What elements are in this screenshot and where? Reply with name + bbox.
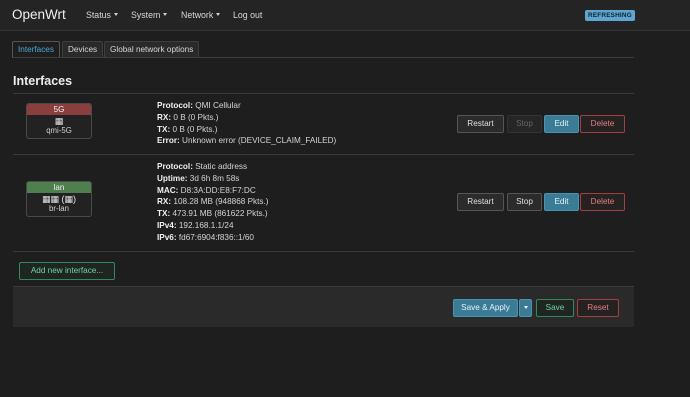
- interface-badge-lan: lan ▦▦ (▦) br-lan: [26, 181, 92, 217]
- tab-interfaces[interactable]: Interfaces: [12, 41, 60, 57]
- tab-divider: [12, 57, 634, 58]
- add-interface-button[interactable]: Add new interface...: [19, 262, 115, 280]
- bridge-ports-icon: ▦▦ (▦): [41, 194, 76, 204]
- menu-system-label: System: [131, 10, 161, 20]
- interface-name: 5G: [27, 104, 91, 115]
- interface-badge-5g: 5G ▦ qmi-5G: [26, 103, 92, 139]
- edit-button[interactable]: Edit: [544, 193, 579, 211]
- status-line: TX: 473.91 MB (861622 Pkts.): [157, 209, 268, 219]
- save-button[interactable]: Save: [536, 299, 574, 317]
- menu-system[interactable]: System: [131, 10, 168, 20]
- brand-logo[interactable]: OpenWrt: [12, 7, 66, 22]
- menu-network-label: Network: [181, 10, 214, 20]
- menu-status[interactable]: Status: [86, 10, 118, 20]
- save-apply-button[interactable]: Save & Apply: [453, 299, 518, 317]
- tab-global-network-options[interactable]: Global network options: [104, 41, 200, 57]
- restart-button[interactable]: Restart: [457, 193, 504, 211]
- table-divider: [13, 154, 634, 155]
- page-title: Interfaces: [13, 74, 73, 88]
- refreshing-badge[interactable]: REFRESHING: [585, 10, 635, 21]
- status-line: IPv4: 192.168.1.1/24: [157, 220, 234, 230]
- interface-name: lan: [27, 182, 91, 193]
- chevron-down-icon: [163, 13, 168, 16]
- status-line: MAC: D8:3A:DD:E8:F7:DC: [157, 185, 256, 195]
- tab-devices[interactable]: Devices: [62, 41, 104, 57]
- reset-button[interactable]: Reset: [577, 299, 619, 317]
- modem-icon: ▦: [54, 116, 64, 126]
- status-line: Error: Unknown error (DEVICE_CLAIM_FAILE…: [157, 136, 337, 146]
- status-line: RX: 108.28 MB (948868 Pkts.): [157, 197, 269, 207]
- delete-button[interactable]: Delete: [580, 193, 625, 211]
- chevron-down-icon: [523, 306, 528, 309]
- status-line: RX: 0 B (0 Pkts.): [157, 112, 219, 122]
- edit-button[interactable]: Edit: [544, 115, 579, 133]
- status-line: Protocol: QMI Cellular: [157, 101, 241, 110]
- restart-button[interactable]: Restart: [457, 115, 504, 133]
- status-line: Uptime: 3d 6h 8m 58s: [157, 173, 240, 183]
- interface-status-lan: Protocol: Static address Uptime: 3d 6h 8…: [157, 161, 269, 244]
- status-line: IPv6: fd67:6904:f836::1/60: [157, 232, 254, 242]
- interface-device: br-lan: [49, 204, 69, 213]
- chevron-down-icon: [216, 13, 221, 16]
- chevron-down-icon: [113, 13, 118, 16]
- table-divider: [13, 251, 634, 252]
- table-divider: [13, 93, 634, 94]
- menu-status-label: Status: [86, 10, 111, 20]
- stop-button[interactable]: Stop: [507, 193, 542, 211]
- interface-status-5g: Protocol: QMI Cellular RX: 0 B (0 Pkts.)…: [157, 100, 336, 147]
- interface-device: qmi-5G: [46, 126, 72, 135]
- delete-button[interactable]: Delete: [580, 115, 625, 133]
- save-apply-dropdown[interactable]: [519, 299, 532, 317]
- stop-button[interactable]: Stop: [507, 115, 542, 133]
- menu-logout[interactable]: Log out: [233, 10, 262, 20]
- top-navbar: OpenWrt Status System Network Log out RE…: [0, 0, 690, 31]
- menu-network[interactable]: Network: [181, 10, 221, 20]
- status-line: TX: 0 B (0 Pkts.): [157, 124, 218, 134]
- status-line: Protocol: Static address: [157, 162, 248, 171]
